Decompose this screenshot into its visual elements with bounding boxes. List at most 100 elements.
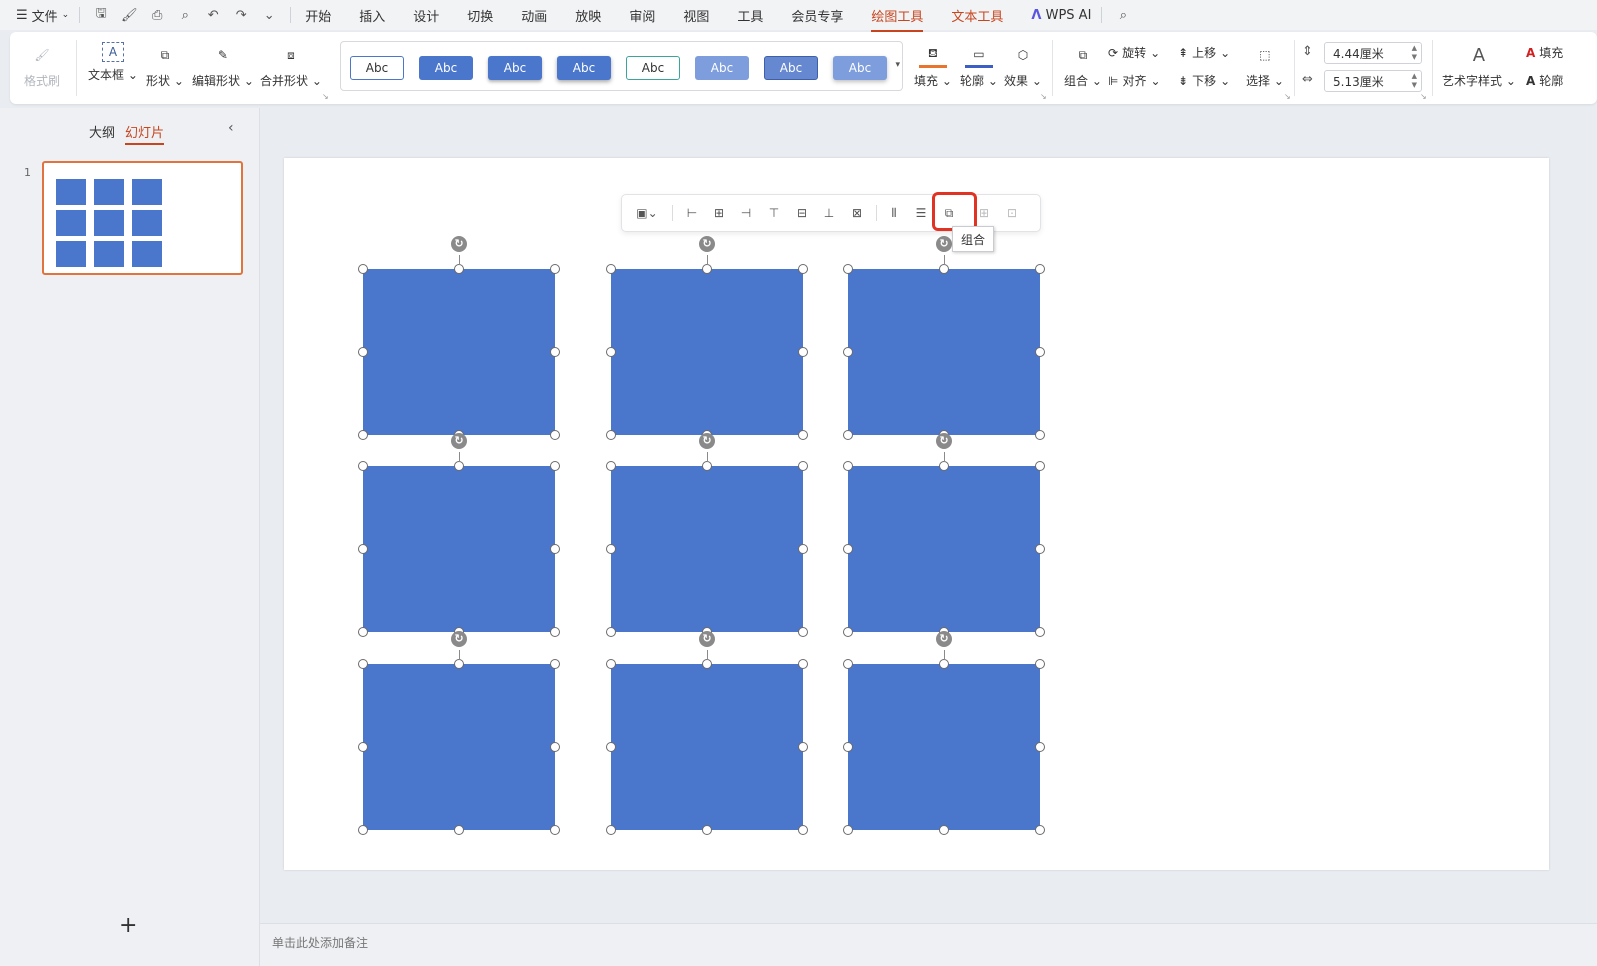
resize-handle[interactable] — [454, 659, 464, 669]
resize-handle[interactable] — [358, 461, 368, 471]
distribute-horizontal-icon[interactable]: ⫴ — [884, 204, 904, 222]
undo-icon[interactable]: ↶ — [202, 5, 224, 25]
height-input[interactable]: 4.44厘米 ▲ ▼ — [1324, 42, 1422, 64]
add-slide-button[interactable]: + — [119, 913, 137, 938]
resize-handle[interactable] — [1035, 461, 1045, 471]
rectangle-shape[interactable] — [611, 466, 803, 632]
resize-handle[interactable] — [606, 544, 616, 554]
resize-handle[interactable] — [1035, 825, 1045, 835]
rotate-handle-icon[interactable]: ↻ — [699, 236, 715, 252]
resize-handle[interactable] — [606, 627, 616, 637]
resize-handle[interactable] — [1035, 544, 1045, 554]
tab-review[interactable]: 审阅 — [629, 6, 655, 25]
resize-handle[interactable] — [454, 461, 464, 471]
tab-slideshow[interactable]: 放映 — [575, 6, 601, 25]
rotate-handle-icon[interactable]: ↻ — [451, 433, 467, 449]
resize-handle[interactable] — [939, 264, 949, 274]
resize-handle[interactable] — [358, 430, 368, 440]
tab-tools[interactable]: 工具 — [737, 6, 763, 25]
tab-drawing-tools[interactable]: 绘图工具 — [871, 6, 924, 32]
rotate-handle-icon[interactable]: ↻ — [936, 433, 952, 449]
align-center-icon[interactable]: ⊞ — [709, 204, 729, 222]
resize-handle[interactable] — [606, 430, 616, 440]
launcher-icon[interactable]: ↘ — [1284, 92, 1291, 101]
merge-shape-button[interactable]: ⧈ 合并形状 ⌄ — [260, 42, 322, 89]
rectangle-shape[interactable] — [363, 664, 555, 830]
shape-style-1[interactable]: Abc — [350, 56, 404, 80]
rotate-handle-icon[interactable]: ↻ — [451, 236, 467, 252]
resize-handle[interactable] — [702, 825, 712, 835]
resize-handle[interactable] — [843, 627, 853, 637]
rotate-handle-icon[interactable]: ↻ — [936, 236, 952, 252]
bring-forward-button[interactable]: ⇞ 上移 ⌄ — [1178, 44, 1230, 61]
resize-handle[interactable] — [843, 659, 853, 669]
tab-design[interactable]: 设计 — [413, 6, 439, 25]
quick-style-icon[interactable]: ▣⌄ — [632, 204, 662, 222]
resize-handle[interactable] — [454, 264, 464, 274]
launcher-icon[interactable]: ↘ — [322, 92, 329, 101]
paint-icon[interactable]: 🖌 — [118, 5, 140, 25]
more-icon[interactable]: ⌄ — [258, 5, 280, 25]
text-outline-button[interactable]: A 轮廓 — [1526, 72, 1563, 89]
resize-handle[interactable] — [843, 742, 853, 752]
text-fill-button[interactable]: A 填充 — [1526, 44, 1563, 61]
notes-area[interactable]: 单击此处添加备注 — [260, 923, 1597, 966]
tab-text-tools[interactable]: 文本工具 — [951, 6, 1003, 25]
resize-handle[interactable] — [358, 825, 368, 835]
resize-handle[interactable] — [550, 544, 560, 554]
resize-handle[interactable] — [798, 659, 808, 669]
resize-handle[interactable] — [1035, 659, 1045, 669]
resize-handle[interactable] — [702, 659, 712, 669]
print-preview-icon[interactable]: ⌕ — [174, 5, 196, 25]
resize-handle[interactable] — [843, 825, 853, 835]
resize-handle[interactable] — [1035, 742, 1045, 752]
width-input[interactable]: 5.13厘米 ▲ ▼ — [1324, 70, 1422, 92]
group-button[interactable]: ⧉ 组合 ⌄ — [1064, 42, 1102, 89]
rotate-handle-icon[interactable]: ↻ — [936, 631, 952, 647]
resize-handle[interactable] — [798, 742, 808, 752]
rotate-button[interactable]: ⟳ 旋转 ⌄ — [1108, 44, 1160, 61]
resize-handle[interactable] — [358, 742, 368, 752]
text-box-button[interactable]: A 文本框 ⌄ — [88, 42, 138, 83]
align-middle-icon[interactable]: ⊟ — [792, 204, 812, 222]
format-painter-button[interactable]: 🖌 格式刷 — [24, 42, 60, 89]
rotate-handle-icon[interactable]: ↻ — [699, 631, 715, 647]
resize-handle[interactable] — [606, 659, 616, 669]
resize-handle[interactable] — [358, 659, 368, 669]
resize-handle[interactable] — [606, 461, 616, 471]
resize-handle[interactable] — [843, 544, 853, 554]
ungroup-icon[interactable]: ⊞ — [974, 204, 994, 222]
resize-handle[interactable] — [606, 347, 616, 357]
shape-button[interactable]: ⧉ 形状 ⌄ — [146, 42, 184, 89]
resize-handle[interactable] — [798, 825, 808, 835]
resize-handle[interactable] — [606, 825, 616, 835]
resize-handle[interactable] — [798, 430, 808, 440]
collapse-panel-icon[interactable]: ‹ — [228, 120, 234, 136]
resize-handle[interactable] — [798, 461, 808, 471]
resize-handle[interactable] — [606, 742, 616, 752]
resize-handle[interactable] — [939, 825, 949, 835]
tab-member[interactable]: 会员专享 — [791, 6, 843, 25]
resize-handle[interactable] — [550, 742, 560, 752]
redo-icon[interactable]: ↷ — [230, 5, 252, 25]
align-right-icon[interactable]: ⊣ — [736, 204, 756, 222]
distribute-icon[interactable]: ⊠ — [847, 204, 867, 222]
resize-handle[interactable] — [550, 264, 560, 274]
resize-handle[interactable] — [939, 659, 949, 669]
resize-handle[interactable] — [454, 825, 464, 835]
align-left-icon[interactable]: ⊢ — [682, 204, 702, 222]
effect-button[interactable]: ⬡ 效果 ⌄ — [1004, 42, 1042, 89]
selection-pane-icon[interactable]: ⊡ — [1002, 204, 1022, 222]
resize-handle[interactable] — [358, 347, 368, 357]
resize-handle[interactable] — [798, 627, 808, 637]
resize-handle[interactable] — [358, 264, 368, 274]
shape-style-6[interactable]: Abc — [695, 56, 749, 80]
launcher-icon[interactable]: ↘ — [1420, 92, 1427, 101]
resize-handle[interactable] — [358, 627, 368, 637]
resize-handle[interactable] — [1035, 347, 1045, 357]
gallery-more-icon[interactable]: ▾ — [895, 60, 900, 70]
slide-thumbnail[interactable] — [42, 161, 243, 275]
shape-style-5[interactable]: Abc — [626, 56, 680, 80]
rectangle-shape[interactable] — [611, 269, 803, 435]
resize-handle[interactable] — [550, 347, 560, 357]
